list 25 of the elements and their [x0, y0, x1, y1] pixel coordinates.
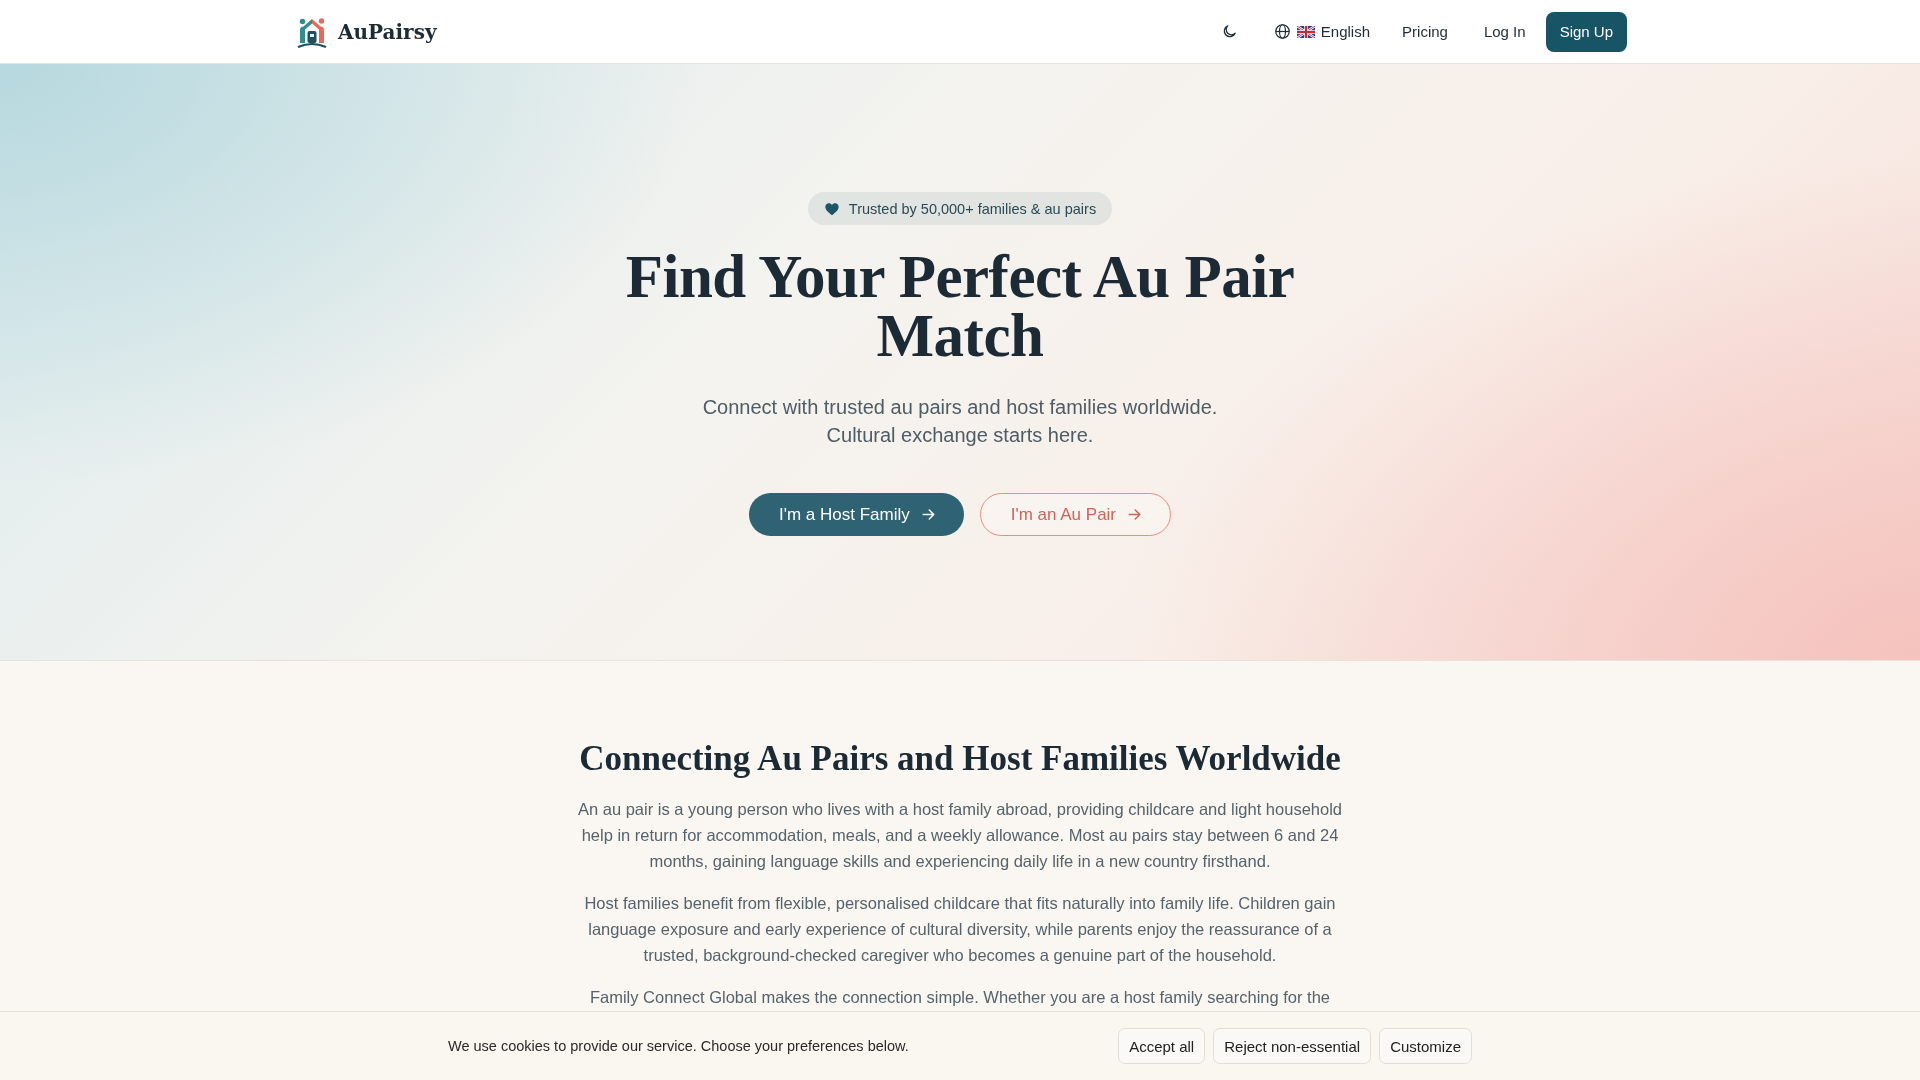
cookie-button[interactable]: Accept all	[1118, 1028, 1206, 1064]
language-button[interactable]: English	[1261, 11, 1383, 52]
cookie-button[interactable]: Reject non-essential	[1213, 1028, 1372, 1064]
host-family-button[interactable]: I'm a Host Family	[748, 493, 964, 536]
au-pair-button[interactable]: I'm an Au Pair	[979, 493, 1172, 536]
moon-icon	[1221, 23, 1239, 40]
arrow-right-icon	[1127, 507, 1143, 522]
hero-title: Find Your Perfect Au Pair Match	[624, 247, 1296, 365]
badge-text: Trusted by 50,000+ families & au pairs	[848, 200, 1097, 217]
body-paragraph: Host families benefit from flexible, personalised childcare that fits naturally into family life. Children gain language exposure and early experience of cultural diversity, while parents enjoy the reassurance of a trusted, background-checked caregiver who becomes a genuine part of the household.	[583, 893, 1337, 966]
sign-up-button[interactable]: Sign Up	[1545, 11, 1627, 52]
cookie-button[interactable]: Customize	[1379, 1028, 1472, 1064]
heart-icon	[823, 201, 840, 216]
hero-subtitle: Connect with trusted au pairs and host families worldwide. Cultural exchange starts here.	[701, 395, 1219, 448]
section-heading: Connecting Au Pairs and Host Families Worldwide	[578, 738, 1342, 780]
body-paragraph: Family Connect Global makes the connection simple. Whether you are a host family searching for the	[588, 987, 1332, 1008]
logo-link[interactable]: AuPairsy	[296, 13, 437, 50]
cookie-message: We use cookies to provide our service. Choose your preferences below.	[448, 1038, 909, 1054]
globe-icon	[1273, 23, 1291, 40]
arrow-right-icon	[920, 507, 936, 522]
flag-icon	[1296, 25, 1315, 38]
house-logo-icon	[296, 15, 328, 48]
body-paragraph: An au pair is a young person who lives with a host family abroad, providing childcare and light household help in return for accommodation, meals, and a weekly allowance. Most au pairs stay between 6 and 24 months, gaining language skills and experiencing daily life in a new country firsthand.	[576, 799, 1343, 872]
nav-link[interactable]: Log In	[1467, 11, 1542, 52]
nav-link[interactable]: Pricing	[1386, 11, 1464, 52]
